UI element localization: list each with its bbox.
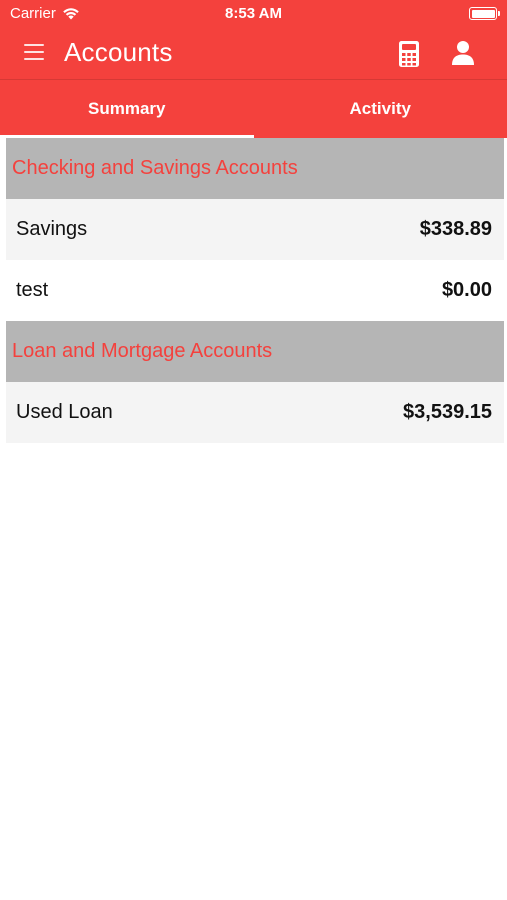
tab-activity[interactable]: Activity	[254, 80, 507, 138]
account-row-savings[interactable]: Savings $338.89	[6, 199, 504, 260]
section-header-checking-savings: Checking and Savings Accounts	[6, 138, 504, 199]
tab-summary[interactable]: Summary	[0, 80, 254, 138]
account-balance: $0.00	[441, 279, 492, 301]
account-row-test[interactable]: test $0.00	[6, 260, 504, 321]
account-name: Used Loan	[16, 401, 113, 423]
section-title: Loan and Mortgage Accounts	[12, 340, 273, 362]
account-row-used-loan[interactable]: Used Loan $3,539.15	[6, 382, 504, 443]
section-title: Checking and Savings Accounts	[12, 157, 298, 179]
status-bar: Carrier 8:53 AM	[0, 0, 507, 28]
section-header-loan-mortgage: Loan and Mortgage Accounts	[6, 321, 504, 382]
accounts-list: Checking and Savings Accounts Savings $3…	[6, 138, 504, 443]
page-title: Accounts	[64, 37, 173, 67]
account-name: test	[16, 279, 49, 301]
tab-bar: Summary Activity	[0, 80, 507, 138]
tab-summary-label: Summary	[88, 99, 166, 118]
navigation-bar: Accounts	[0, 28, 507, 80]
calculator-icon[interactable]	[398, 40, 420, 68]
account-name: Savings	[16, 218, 88, 240]
tab-activity-label: Activity	[349, 99, 411, 118]
person-icon[interactable]	[451, 40, 475, 66]
menu-icon[interactable]	[24, 44, 44, 62]
account-balance: $338.89	[419, 218, 492, 240]
clock: 8:53 AM	[225, 5, 282, 22]
account-balance: $3,539.15	[403, 401, 492, 423]
battery-icon	[469, 7, 500, 20]
